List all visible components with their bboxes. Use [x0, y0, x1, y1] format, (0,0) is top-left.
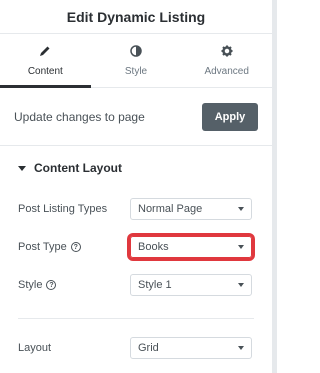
- chevron-down-icon: [238, 346, 244, 350]
- post-listing-types-select[interactable]: Normal Page: [130, 198, 252, 220]
- control-style: Style ? Style 1: [0, 266, 272, 304]
- pencil-icon: [38, 44, 52, 58]
- gear-icon: [220, 44, 234, 58]
- section-toggle-content-layout[interactable]: Content Layout: [0, 146, 272, 190]
- layout-label: Layout: [18, 342, 52, 354]
- chevron-down-icon: [238, 207, 244, 211]
- select-value: Style 1: [138, 279, 172, 291]
- post-listing-types-label: Post Listing Types: [18, 203, 108, 215]
- panel-title: Edit Dynamic Listing: [0, 0, 272, 34]
- chevron-down-icon: [238, 245, 244, 249]
- tab-label: Content: [27, 66, 63, 77]
- control-post-listing-types: Post Listing Types Normal Page: [0, 190, 272, 228]
- select-value: Normal Page: [138, 203, 203, 215]
- post-type-label: Post Type: [18, 241, 67, 253]
- control-layout: Layout Grid: [0, 329, 272, 367]
- help-icon[interactable]: ?: [46, 280, 57, 290]
- post-type-select[interactable]: Books: [127, 233, 255, 261]
- apply-button[interactable]: Apply: [202, 102, 258, 131]
- editor-panel: Edit Dynamic Listing Content Style Advan…: [0, 0, 272, 373]
- divider: [18, 318, 254, 319]
- tab-label: Advanced: [204, 66, 249, 77]
- layout-select[interactable]: Grid: [130, 337, 252, 359]
- chevron-down-icon: [238, 283, 244, 287]
- style-select[interactable]: Style 1: [130, 274, 252, 296]
- help-icon[interactable]: ?: [70, 242, 81, 252]
- tab-advanced[interactable]: Advanced: [181, 34, 272, 87]
- control-label: Style ?: [18, 279, 130, 291]
- tab-label: Style: [124, 66, 148, 77]
- control-label: Post Listing Types: [18, 203, 130, 215]
- caret-down-icon: [18, 165, 26, 171]
- tab-content[interactable]: Content: [0, 34, 91, 88]
- control-label: Layout: [18, 342, 130, 354]
- update-text: Update changes to page: [14, 109, 145, 124]
- style-label: Style: [18, 279, 43, 291]
- control-post-type: Post Type ? Books: [0, 228, 272, 266]
- update-bar: Update changes to page Apply: [0, 88, 272, 146]
- select-value: Books: [138, 241, 169, 253]
- half-circle-icon: [129, 44, 143, 58]
- tab-style[interactable]: Style: [91, 34, 182, 87]
- select-value: Grid: [138, 342, 159, 354]
- control-label: Post Type ?: [18, 241, 130, 253]
- scrollbar[interactable]: [272, 0, 277, 373]
- tab-bar: Content Style Advanced: [0, 34, 272, 88]
- section-title: Content Layout: [34, 161, 122, 175]
